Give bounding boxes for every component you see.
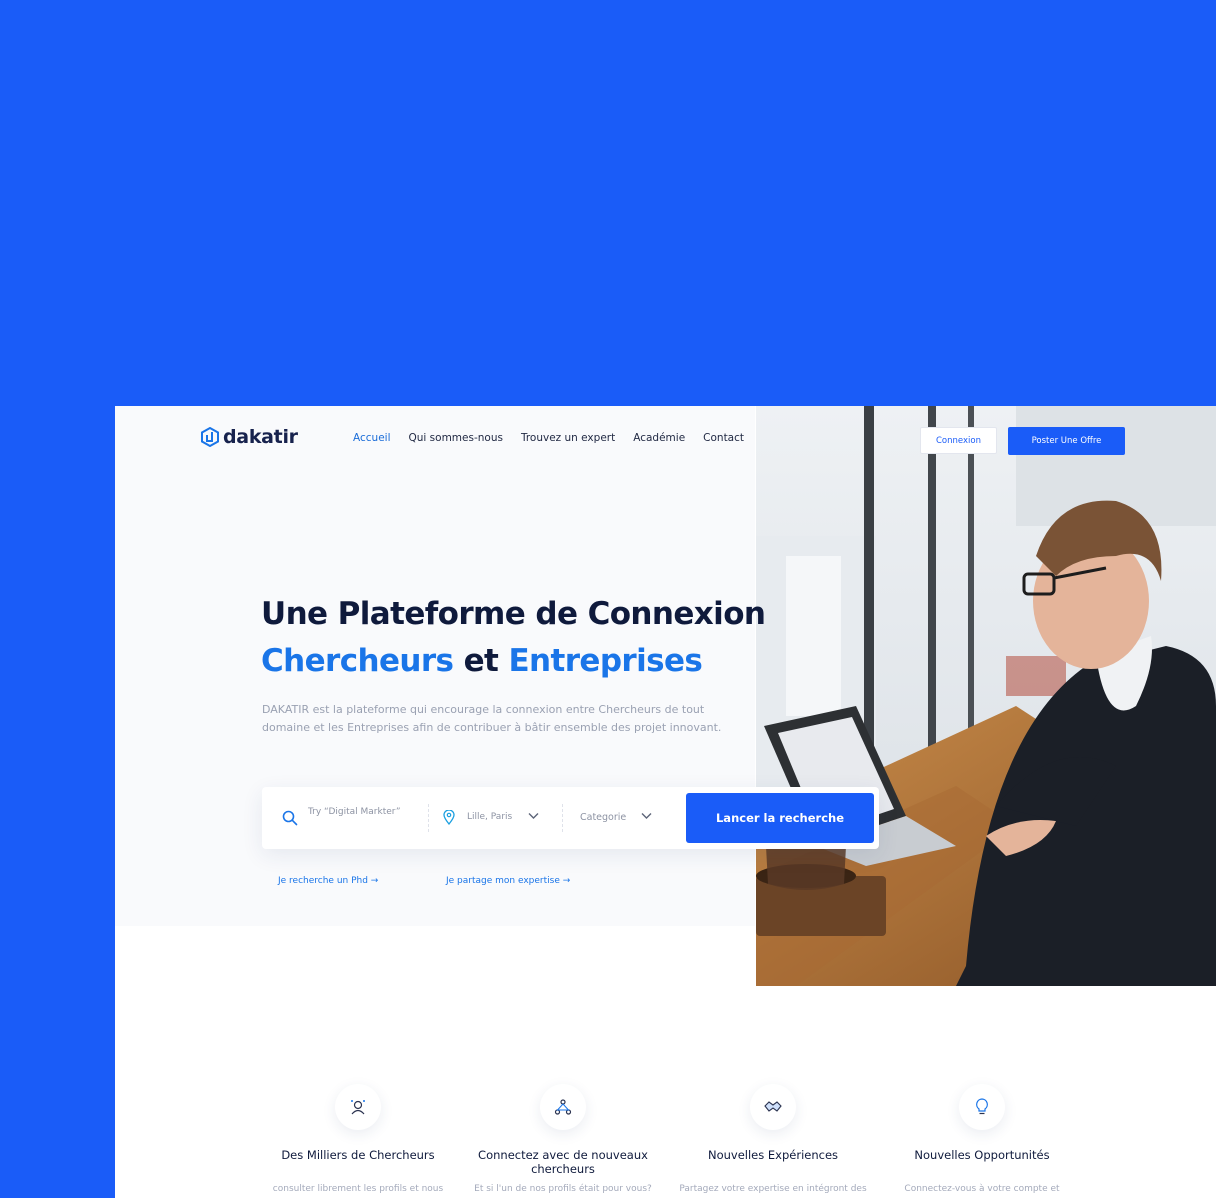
researchers-icon (335, 1084, 381, 1130)
hero-subtitle: Chercheurs et Entreprises (261, 643, 703, 679)
hero-title: Une Plateforme de Connexion (261, 596, 766, 632)
post-offer-button[interactable]: Poster Une Offre (1008, 427, 1125, 455)
login-button[interactable]: Connexion (920, 427, 997, 454)
feature-description: consulter librement les profils et nous (272, 1184, 444, 1194)
search-bar: Try “Digital Markter” Lille, Paris Categ… (262, 787, 879, 849)
hero-subtitle-entreprises: Entreprises (508, 643, 703, 679)
feature-title: Nouvelles Opportunités (914, 1148, 1050, 1162)
category-select[interactable]: Categorie (580, 812, 626, 823)
feature-description: Connectez-vous à votre compte et (904, 1184, 1060, 1194)
hero-subtitle-chercheurs: Chercheurs (261, 643, 454, 679)
nav-item-qui-sommes-nous[interactable]: Qui sommes-nous (409, 432, 503, 444)
nav-item-academie[interactable]: Académie (633, 432, 685, 444)
feature-description: Partagez votre expertise en intégront de… (679, 1184, 867, 1194)
nav-item-contact[interactable]: Contact (703, 432, 744, 444)
search-icon (282, 810, 298, 826)
hero-description: DAKATIR est la plateforme qui encourage … (262, 703, 722, 734)
share-expertise-link[interactable]: Je partage mon expertise → (446, 876, 570, 886)
network-icon (540, 1084, 586, 1130)
nav-item-trouvez-un-expert[interactable]: Trouvez un expert (521, 432, 615, 444)
brand-name: dakatir (223, 426, 298, 448)
feature-title: Connectez avec de nouveaux chercheurs (478, 1148, 648, 1176)
main-nav: Accueil Qui sommes-nous Trouvez un exper… (353, 432, 762, 444)
search-divider (562, 804, 563, 832)
chevron-down-icon[interactable] (641, 812, 652, 820)
feature-description: Et si l'un de nos profils était pour vou… (474, 1184, 652, 1194)
landing-page: dakatir Accueil Qui sommes-nous Trouvez … (115, 406, 1216, 1198)
handshake-icon (750, 1084, 796, 1130)
search-divider (428, 804, 429, 832)
hero-subtitle-et: et (453, 643, 509, 679)
logo-icon (201, 427, 219, 447)
feature-title: Nouvelles Expériences (707, 1148, 839, 1162)
search-input[interactable]: Try “Digital Markter” (308, 807, 401, 817)
location-pin-icon (443, 810, 455, 825)
brand-logo[interactable]: dakatir (201, 426, 298, 448)
lightbulb-icon (959, 1084, 1005, 1130)
location-select[interactable]: Lille, Paris (467, 812, 512, 822)
hero-photo (756, 406, 1216, 986)
nav-item-accueil[interactable]: Accueil (353, 432, 391, 444)
feature-title: Des Milliers de Chercheurs (281, 1148, 435, 1162)
chevron-down-icon[interactable] (528, 812, 539, 820)
search-submit-button[interactable]: Lancer la recherche (686, 793, 874, 843)
phd-search-link[interactable]: Je recherche un Phd → (278, 876, 378, 886)
